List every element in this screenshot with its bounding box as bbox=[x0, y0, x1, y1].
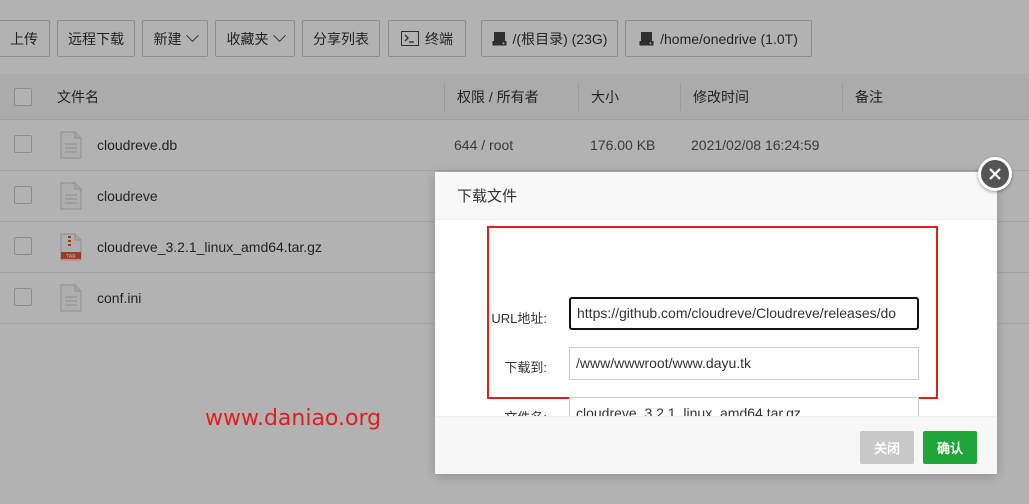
dialog-close-icon[interactable] bbox=[978, 157, 1012, 191]
url-input[interactable]: https://github.com/cloudreve/Cloudreve/r… bbox=[569, 297, 919, 330]
watermark-text: www.daniao.org bbox=[205, 406, 382, 431]
confirm-button[interactable]: 确认 bbox=[923, 431, 977, 464]
destination-input[interactable]: /www/wwwroot/www.dayu.tk bbox=[569, 347, 919, 380]
download-file-dialog: 下载文件 URL地址: https://github.com/cloudreve… bbox=[435, 172, 997, 474]
destination-label: 下载到: bbox=[504, 360, 547, 375]
url-label: URL地址: bbox=[491, 311, 547, 326]
dialog-body: URL地址: https://github.com/cloudreve/Clou… bbox=[435, 220, 997, 430]
dialog-title: 下载文件 bbox=[435, 172, 997, 220]
dialog-footer: 关闭 确认 bbox=[435, 416, 997, 474]
close-icon bbox=[989, 168, 1001, 180]
close-button[interactable]: 关闭 bbox=[860, 431, 914, 464]
